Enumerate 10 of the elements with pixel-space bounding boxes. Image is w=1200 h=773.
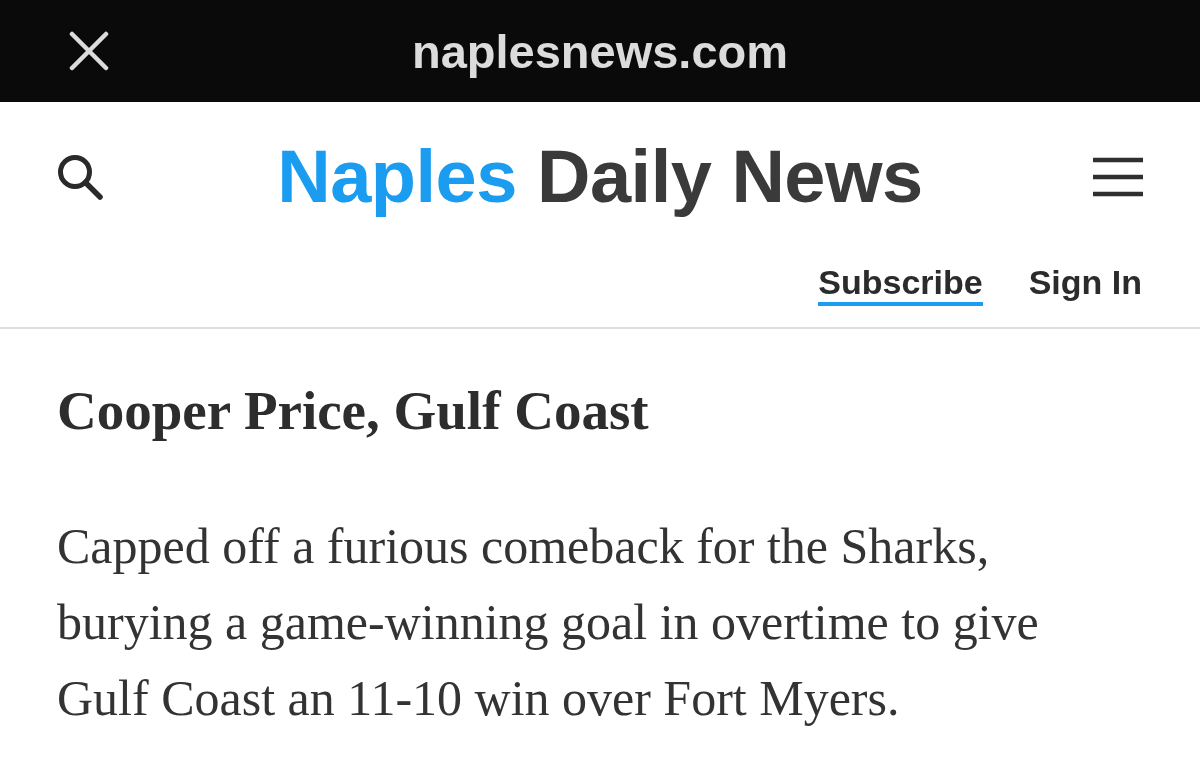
menu-icon [1092,156,1144,198]
article-paragraph: Capped off a furious comeback for the Sharks, burying a game-winning goal in overtime to give Gulf Coast an 11-10 win over Fort Myers. [57,516,1040,728]
close-icon [69,31,109,71]
article-heading: Cooper Price, Gulf Coast [57,381,649,442]
search-icon [56,153,104,201]
header-link[interactable]: Subscribe [818,265,983,306]
menu-button[interactable] [1092,156,1144,198]
search-button[interactable] [56,153,104,201]
close-button[interactable] [68,30,110,72]
header-link[interactable]: Sign In [1028,265,1142,306]
